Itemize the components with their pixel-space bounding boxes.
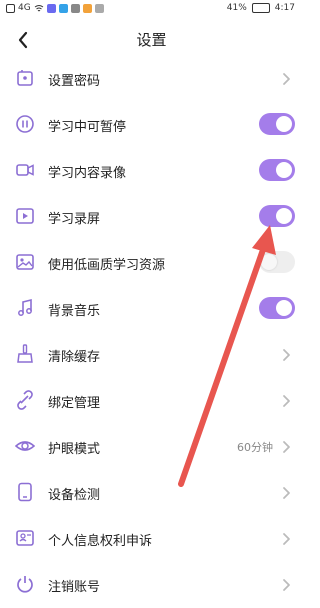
page-title: 设置 [136,31,167,49]
status-bar: 4G 41% 4:17 [0,0,303,18]
settings-row-music[interactable]: 背景音乐 [0,286,303,332]
toggle-knob [261,254,277,270]
settings-row-value: 60分钟 [237,441,273,454]
app-icon-4 [82,3,92,13]
settings-row-password[interactable]: 设置密码 [0,56,303,102]
settings-row-privacy[interactable]: 个人信息权利申诉 [0,516,303,562]
power-icon [14,573,36,595]
status-time: 4:17 [274,3,295,13]
id-card-icon [14,527,36,549]
settings-row-eye[interactable]: 护眼模式 60分钟 [0,424,303,470]
settings-row-label: 背景音乐 [48,304,101,319]
phone-icon [14,481,36,503]
chevron-right-icon [281,71,291,85]
settings-list: 设置密码学习中可暂停 学习内容录像 学习录屏使用低画质学习资源 背景音乐清除缓存绑定管… [0,56,303,608]
settings-row-device[interactable]: 设备检测 [0,470,303,516]
toggle-knob [276,116,292,132]
chevron-right-icon [281,531,291,545]
lock-icon [14,67,36,89]
image-icon [14,251,36,273]
record-video-toggle[interactable] [259,159,295,181]
chevron-right-icon [281,485,291,499]
chevron-right-icon [281,439,291,453]
settings-row-label: 设置密码 [48,74,101,89]
battery-percent: 41% [226,3,247,13]
pause-toggle[interactable] [259,113,295,135]
settings-row-binding[interactable]: 绑定管理 [0,378,303,424]
chevron-right-icon [281,393,291,407]
chevron-right-icon [281,577,291,591]
app-icon-2 [58,3,68,13]
settings-row-label: 注销账号 [48,580,101,595]
eye-icon [14,435,36,457]
status-icons: 4G [6,3,104,13]
app-icon-5 [94,3,104,13]
settings-row-low-quality[interactable]: 使用低画质学习资源 [0,240,303,286]
status-right: 41% 4:17 [227,3,295,13]
play-screen-icon [14,205,36,227]
battery-icon [251,3,270,13]
music-toggle[interactable] [259,297,295,319]
header: 设置 [0,22,303,58]
link-icon [14,389,36,411]
settings-row-label: 护眼模式 [48,442,101,457]
video-camera-icon [14,159,36,181]
settings-row-label: 绑定管理 [48,396,101,411]
settings-row-label: 学习内容录像 [48,166,127,181]
sim-icon [6,3,15,13]
settings-row-label: 个人信息权利申诉 [48,534,153,549]
settings-row-label: 使用低画质学习资源 [48,258,166,273]
settings-row-label: 学习中可暂停 [48,120,127,135]
settings-row-cache[interactable]: 清除缓存 [0,332,303,378]
settings-row-logout[interactable]: 注销账号 [0,562,303,608]
toggle-knob [276,162,292,178]
settings-row-pause[interactable]: 学习中可暂停 [0,102,303,148]
toggle-knob [276,208,292,224]
settings-row-label: 清除缓存 [48,350,101,365]
chevron-right-icon [281,347,291,361]
low-quality-toggle[interactable] [259,251,295,273]
app-icon-1 [46,3,56,13]
toggle-knob [276,300,292,316]
settings-row-label: 设备检测 [48,488,101,503]
pause-icon [14,113,36,135]
screen-record-toggle[interactable] [259,205,295,227]
app-icon-3 [70,3,80,13]
settings-row-label: 学习录屏 [48,212,101,227]
wifi-icon [34,4,44,11]
settings-row-screen-record[interactable]: 学习录屏 [0,194,303,240]
settings-row-record-video[interactable]: 学习内容录像 [0,148,303,194]
broom-icon [14,343,36,365]
signal-text: 4G [18,3,31,13]
music-note-icon [14,297,36,319]
